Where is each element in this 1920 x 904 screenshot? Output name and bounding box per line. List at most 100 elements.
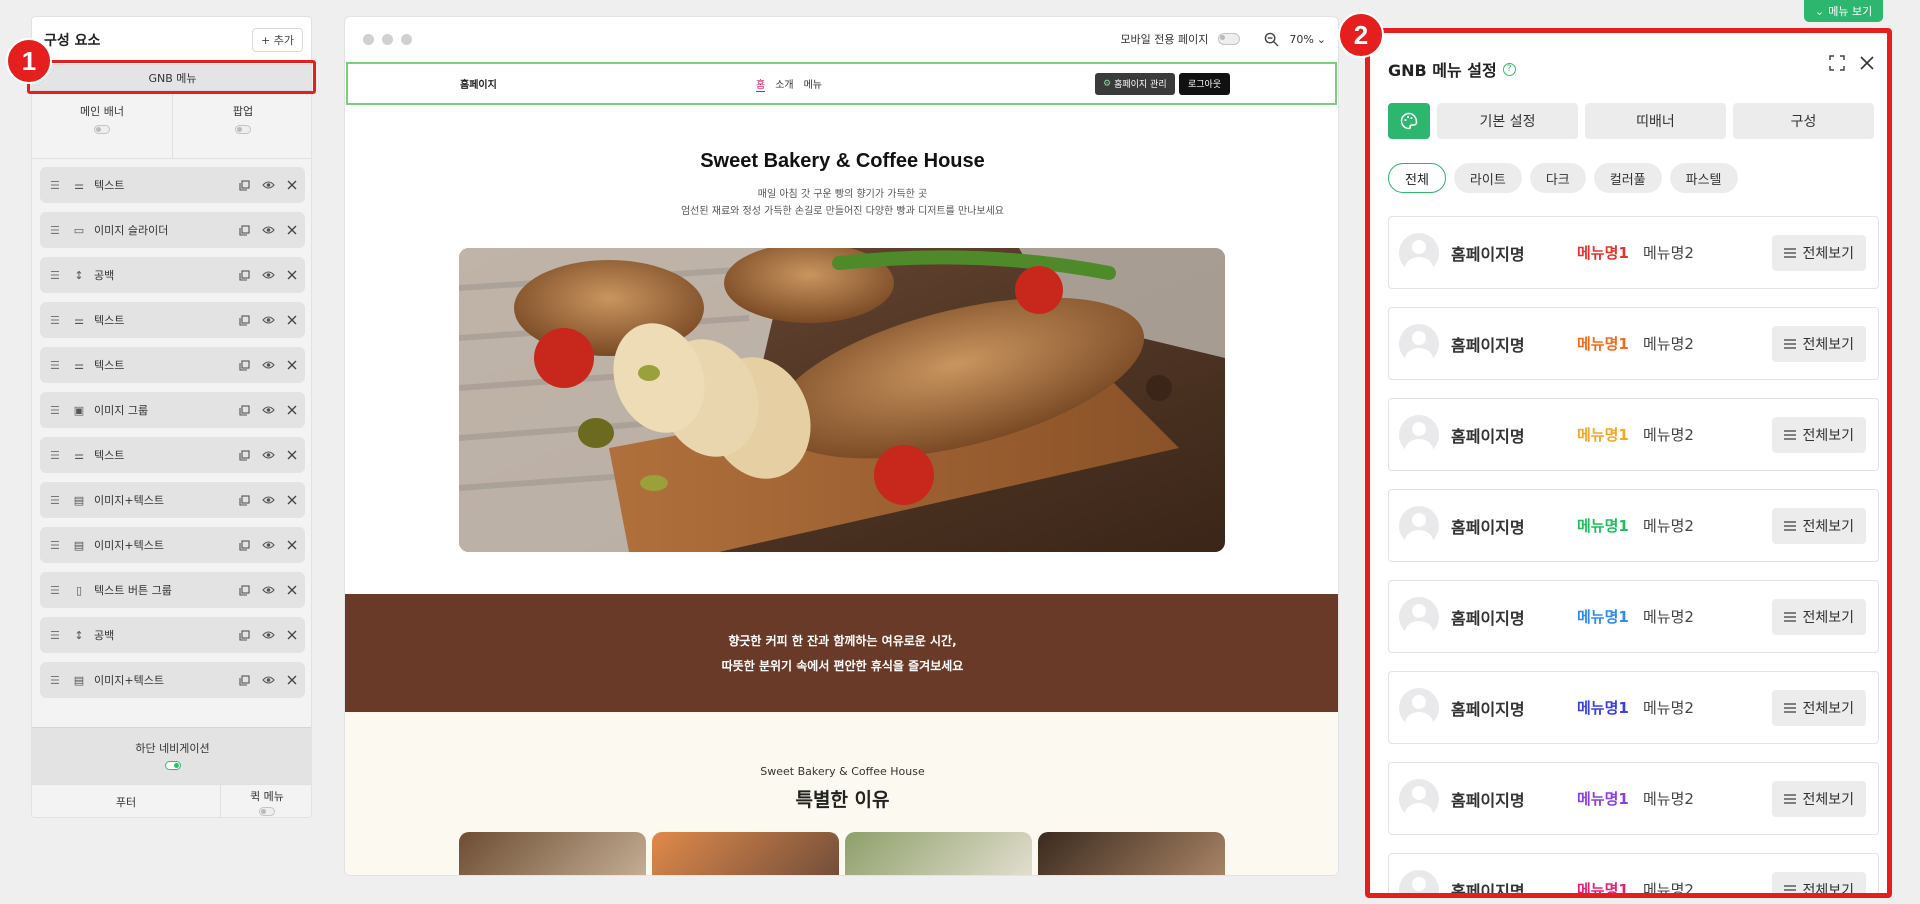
component-item[interactable]: ☰ ⚌ 텍스트 — [40, 302, 305, 338]
delete-icon[interactable] — [287, 405, 297, 415]
quick-menu-cell[interactable]: 퀵 메뉴 — [220, 785, 311, 817]
drag-handle-icon[interactable]: ☰ — [50, 224, 64, 237]
main-banner-toggle[interactable] — [94, 125, 110, 134]
tab-strip-banner[interactable]: 띠배너 — [1585, 103, 1726, 139]
visibility-eye-icon[interactable] — [262, 585, 275, 595]
delete-icon[interactable] — [287, 270, 297, 280]
duplicate-icon[interactable] — [239, 179, 250, 191]
visibility-eye-icon[interactable] — [262, 405, 275, 415]
drag-handle-icon[interactable]: ☰ — [50, 269, 64, 282]
drag-handle-icon[interactable]: ☰ — [50, 494, 64, 507]
view-all-button[interactable]: 전체보기 — [1772, 416, 1866, 453]
component-item[interactable]: ☰ ⚌ 텍스트 — [40, 167, 305, 203]
duplicate-icon[interactable] — [239, 314, 250, 326]
delete-icon[interactable] — [287, 675, 297, 685]
duplicate-icon[interactable] — [239, 584, 250, 596]
close-icon[interactable] — [1859, 55, 1875, 71]
duplicate-icon[interactable] — [239, 449, 250, 461]
gnb-style-option[interactable]: 홈페이지명 메뉴명1 메뉴명2 전체보기 — [1388, 580, 1879, 653]
duplicate-icon[interactable] — [239, 629, 250, 641]
visibility-eye-icon[interactable] — [262, 495, 275, 505]
component-item[interactable]: ☰ ⚌ 텍스트 — [40, 437, 305, 473]
visibility-eye-icon[interactable] — [262, 225, 275, 235]
duplicate-icon[interactable] — [239, 539, 250, 551]
drag-handle-icon[interactable]: ☰ — [50, 359, 64, 372]
component-item[interactable]: ☰ ▯ 텍스트 버튼 그룹 — [40, 572, 305, 608]
duplicate-icon[interactable] — [239, 269, 250, 281]
chip-pastel[interactable]: 파스텔 — [1669, 163, 1738, 193]
chip-all[interactable]: 전체 — [1388, 163, 1446, 193]
component-item[interactable]: ☰ ⚌ 텍스트 — [40, 347, 305, 383]
component-item[interactable]: ☰ ▣ 이미지 그룹 — [40, 392, 305, 428]
menu-view-button[interactable]: ⌄ 메뉴 보기 — [1804, 0, 1884, 22]
duplicate-icon[interactable] — [239, 404, 250, 416]
delete-icon[interactable] — [287, 585, 297, 595]
delete-icon[interactable] — [287, 315, 297, 325]
view-all-button[interactable]: 전체보기 — [1772, 325, 1866, 362]
component-item[interactable]: ☰ ▭ 이미지 슬라이더 — [40, 212, 305, 248]
gnb-style-option[interactable]: 홈페이지명 메뉴명1 메뉴명2 전체보기 — [1388, 307, 1879, 380]
delete-icon[interactable] — [287, 180, 297, 190]
zoom-level-select[interactable]: 70% ⌄ — [1289, 33, 1326, 46]
component-item[interactable]: ☰ ▤ 이미지+텍스트 — [40, 527, 305, 563]
drag-handle-icon[interactable]: ☰ — [50, 674, 64, 687]
delete-icon[interactable] — [287, 450, 297, 460]
view-all-button[interactable]: 전체보기 — [1772, 598, 1866, 635]
drag-handle-icon[interactable]: ☰ — [50, 584, 64, 597]
chip-colorful[interactable]: 컬러풀 — [1593, 163, 1662, 193]
duplicate-icon[interactable] — [239, 494, 250, 506]
visibility-eye-icon[interactable] — [262, 360, 275, 370]
chip-light[interactable]: 라이트 — [1453, 163, 1522, 193]
duplicate-icon[interactable] — [239, 674, 250, 686]
delete-icon[interactable] — [287, 225, 297, 235]
drag-handle-icon[interactable]: ☰ — [50, 179, 64, 192]
gnb-style-option[interactable]: 홈페이지명 메뉴명1 메뉴명2 전체보기 — [1388, 671, 1879, 744]
visibility-eye-icon[interactable] — [262, 675, 275, 685]
logout-button[interactable]: 로그아웃 — [1179, 72, 1231, 95]
delete-icon[interactable] — [287, 540, 297, 550]
popup-toggle[interactable] — [235, 125, 251, 134]
gnb-style-option[interactable]: 홈페이지명 메뉴명1 메뉴명2 전체보기 — [1388, 398, 1879, 471]
tab-composition[interactable]: 구성 — [1733, 103, 1874, 139]
help-icon[interactable]: ? — [1502, 62, 1516, 76]
drag-handle-icon[interactable]: ☰ — [50, 629, 64, 642]
drag-handle-icon[interactable]: ☰ — [50, 449, 64, 462]
quick-menu-toggle[interactable] — [259, 807, 275, 816]
bottom-nav-toggle[interactable] — [164, 761, 181, 770]
component-item[interactable]: ☰ ↕ 공백 — [40, 617, 305, 653]
visibility-eye-icon[interactable] — [262, 540, 275, 550]
bottom-nav-cell[interactable]: 하단 네비게이션 — [32, 727, 311, 784]
gnb-nav-menu[interactable]: 메뉴 — [804, 76, 822, 92]
tab-basic-settings[interactable]: 기본 설정 — [1437, 103, 1578, 139]
component-item[interactable]: ☰ ▤ 이미지+텍스트 — [40, 662, 305, 698]
component-item[interactable]: ☰ ↕ 공백 — [40, 257, 305, 293]
view-all-button[interactable]: 전체보기 — [1772, 689, 1866, 726]
visibility-eye-icon[interactable] — [262, 450, 275, 460]
expand-icon[interactable] — [1829, 55, 1845, 71]
gnb-style-option[interactable]: 홈페이지명 메뉴명1 메뉴명2 전체보기 — [1388, 216, 1879, 289]
gnb-style-option[interactable]: 홈페이지명 메뉴명1 메뉴명2 전체보기 — [1388, 489, 1879, 562]
view-all-button[interactable]: 전체보기 — [1772, 507, 1866, 544]
drag-handle-icon[interactable]: ☰ — [50, 314, 64, 327]
visibility-eye-icon[interactable] — [262, 180, 275, 190]
view-all-button[interactable]: 전체보기 — [1772, 871, 1866, 893]
site-admin-button[interactable]: ⚙ 홈페이지 관리 — [1095, 72, 1175, 95]
chip-dark[interactable]: 다크 — [1529, 163, 1586, 193]
component-item[interactable]: ☰ ▤ 이미지+텍스트 — [40, 482, 305, 518]
tab-theme[interactable] — [1388, 103, 1430, 139]
delete-icon[interactable] — [287, 630, 297, 640]
duplicate-icon[interactable] — [239, 224, 250, 236]
gnb-nav-about[interactable]: 소개 — [775, 76, 793, 92]
mobile-only-toggle[interactable] — [1218, 33, 1241, 45]
delete-icon[interactable] — [287, 360, 297, 370]
drag-handle-icon[interactable]: ☰ — [50, 404, 64, 417]
drag-handle-icon[interactable]: ☰ — [50, 539, 64, 552]
popup-toggle-cell[interactable]: 팝업 — [172, 91, 311, 158]
gnb-preview-bar[interactable]: 홈페이지 홈 소개 메뉴 ⚙ 홈페이지 관리 로그아웃 — [346, 62, 1337, 105]
view-all-button[interactable]: 전체보기 — [1772, 780, 1866, 817]
main-banner-toggle-cell[interactable]: 메인 배너 — [32, 91, 172, 158]
visibility-eye-icon[interactable] — [262, 270, 275, 280]
gnb-style-option[interactable]: 홈페이지명 메뉴명1 메뉴명2 전체보기 — [1388, 762, 1879, 835]
duplicate-icon[interactable] — [239, 359, 250, 371]
gnb-logo[interactable]: 홈페이지 — [460, 76, 497, 91]
